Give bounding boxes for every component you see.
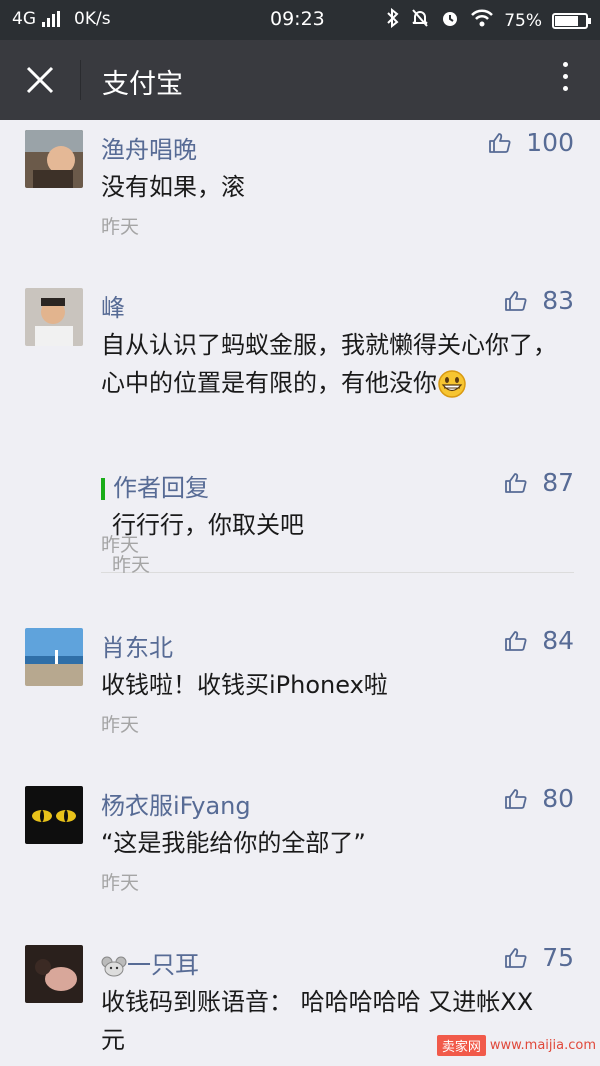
grin-emoji-icon: [438, 370, 466, 398]
thumbs-up-icon: [489, 132, 511, 153]
comment-text: 收钱啦！收钱买iPhonex啦: [101, 671, 388, 699]
like-button[interactable]: 87: [504, 468, 574, 497]
like-button[interactable]: 75: [504, 943, 574, 972]
comment-text-block: 自从认识了蚂蚁金服，我就懒得关心你了，心中的位置是有限的，有他没你: [101, 326, 563, 402]
comment-author[interactable]: 峰: [101, 288, 125, 323]
comment-time: 昨天: [101, 714, 140, 736]
more-dot: [562, 74, 568, 79]
battery-percent: 75%: [504, 10, 542, 31]
more-menu-button[interactable]: [560, 62, 570, 91]
reply-label: 作者回复: [101, 468, 209, 503]
comment-author[interactable]: 杨衣服iFyang: [101, 786, 251, 821]
signal-icon: [42, 11, 60, 27]
comment-item: 渔舟唱晚 100 没有如果，滚 昨天: [0, 120, 600, 270]
clock: 09:23: [270, 8, 325, 30]
reply-time: 昨天: [112, 554, 151, 576]
comment-author[interactable]: 渔舟唱晚: [101, 130, 197, 165]
reply-marker: [101, 478, 105, 500]
like-button[interactable]: 80: [504, 784, 574, 813]
comment-text: 没有如果，滚: [101, 173, 245, 201]
nav-bar: 支付宝: [0, 40, 600, 120]
close-icon: [26, 66, 54, 94]
author-reply-block: 作者回复 87 行行行，你取关吧 昨天: [0, 468, 600, 598]
thumbs-up-icon: [505, 472, 527, 493]
battery-level-fill: [555, 15, 578, 26]
comment-item: 肖东北 84 收钱啦！收钱买iPhonex啦 昨天: [0, 618, 600, 768]
network-type: 4G: [12, 9, 36, 29]
page-title: 支付宝: [102, 69, 183, 100]
reply-label-text: 作者回复: [113, 474, 209, 502]
more-dot: [562, 86, 568, 91]
thumbs-up-icon: [505, 788, 527, 809]
battery-icon: [552, 12, 591, 29]
comment-time: 昨天: [101, 216, 140, 238]
comment-author[interactable]: 一只耳: [127, 951, 199, 979]
comment-list[interactable]: 渔舟唱晚 100 没有如果，滚 昨天 峰 83 自从认识了蚂蚁金服，我就懒得关心…: [0, 120, 600, 1066]
close-button[interactable]: [22, 58, 58, 102]
avatar[interactable]: [25, 945, 83, 1003]
watermark-tag: 卖家网: [436, 1035, 486, 1056]
avatar[interactable]: [25, 288, 83, 346]
status-bar: 4G 0K/s 09:23 75%: [0, 0, 600, 40]
like-button[interactable]: 100: [488, 128, 574, 157]
like-count: 84: [542, 626, 574, 655]
like-count: 75: [542, 943, 574, 972]
nav-divider: [80, 60, 81, 100]
thumbs-up-icon: [505, 290, 527, 311]
avatar[interactable]: [25, 628, 83, 686]
like-count: 100: [526, 128, 574, 157]
alarm-icon: [440, 8, 460, 33]
network-indicator: 4G: [12, 9, 60, 29]
like-button[interactable]: 84: [504, 626, 574, 655]
avatar[interactable]: [25, 786, 83, 844]
thumbs-up-icon: [505, 630, 527, 651]
mouse-emoji-icon: [101, 956, 127, 977]
comment-author[interactable]: 肖东北: [101, 628, 173, 663]
network-speed: 0K/s: [74, 9, 111, 29]
more-dot: [562, 62, 568, 67]
bluetooth-icon: [386, 7, 400, 33]
like-button[interactable]: 83: [504, 286, 574, 315]
like-count: 83: [542, 286, 574, 315]
thumbs-up-icon: [505, 947, 527, 968]
watermark-url: www.maijia.com: [489, 1038, 596, 1053]
comment-author-row[interactable]: 一只耳: [101, 945, 199, 980]
comment-text: 自从认识了蚂蚁金服，我就懒得关心你了，心中的位置是有限的，有他没你: [101, 331, 557, 397]
status-icons: 75%: [386, 7, 591, 33]
comment-time: 昨天: [101, 872, 140, 894]
like-count: 80: [542, 784, 574, 813]
comment-text: “这是我能给你的全部了”: [101, 829, 366, 857]
watermark: 卖家网 www.maijia.com: [436, 1035, 596, 1056]
reply-text: 行行行，你取关吧: [112, 511, 304, 539]
mute-bell-icon: [410, 8, 430, 33]
like-count: 87: [542, 468, 574, 497]
avatar[interactable]: [25, 130, 83, 188]
wifi-icon: [470, 9, 494, 32]
comment-item: 杨衣服iFyang 80 “这是我能给你的全部了” 昨天: [0, 776, 600, 926]
